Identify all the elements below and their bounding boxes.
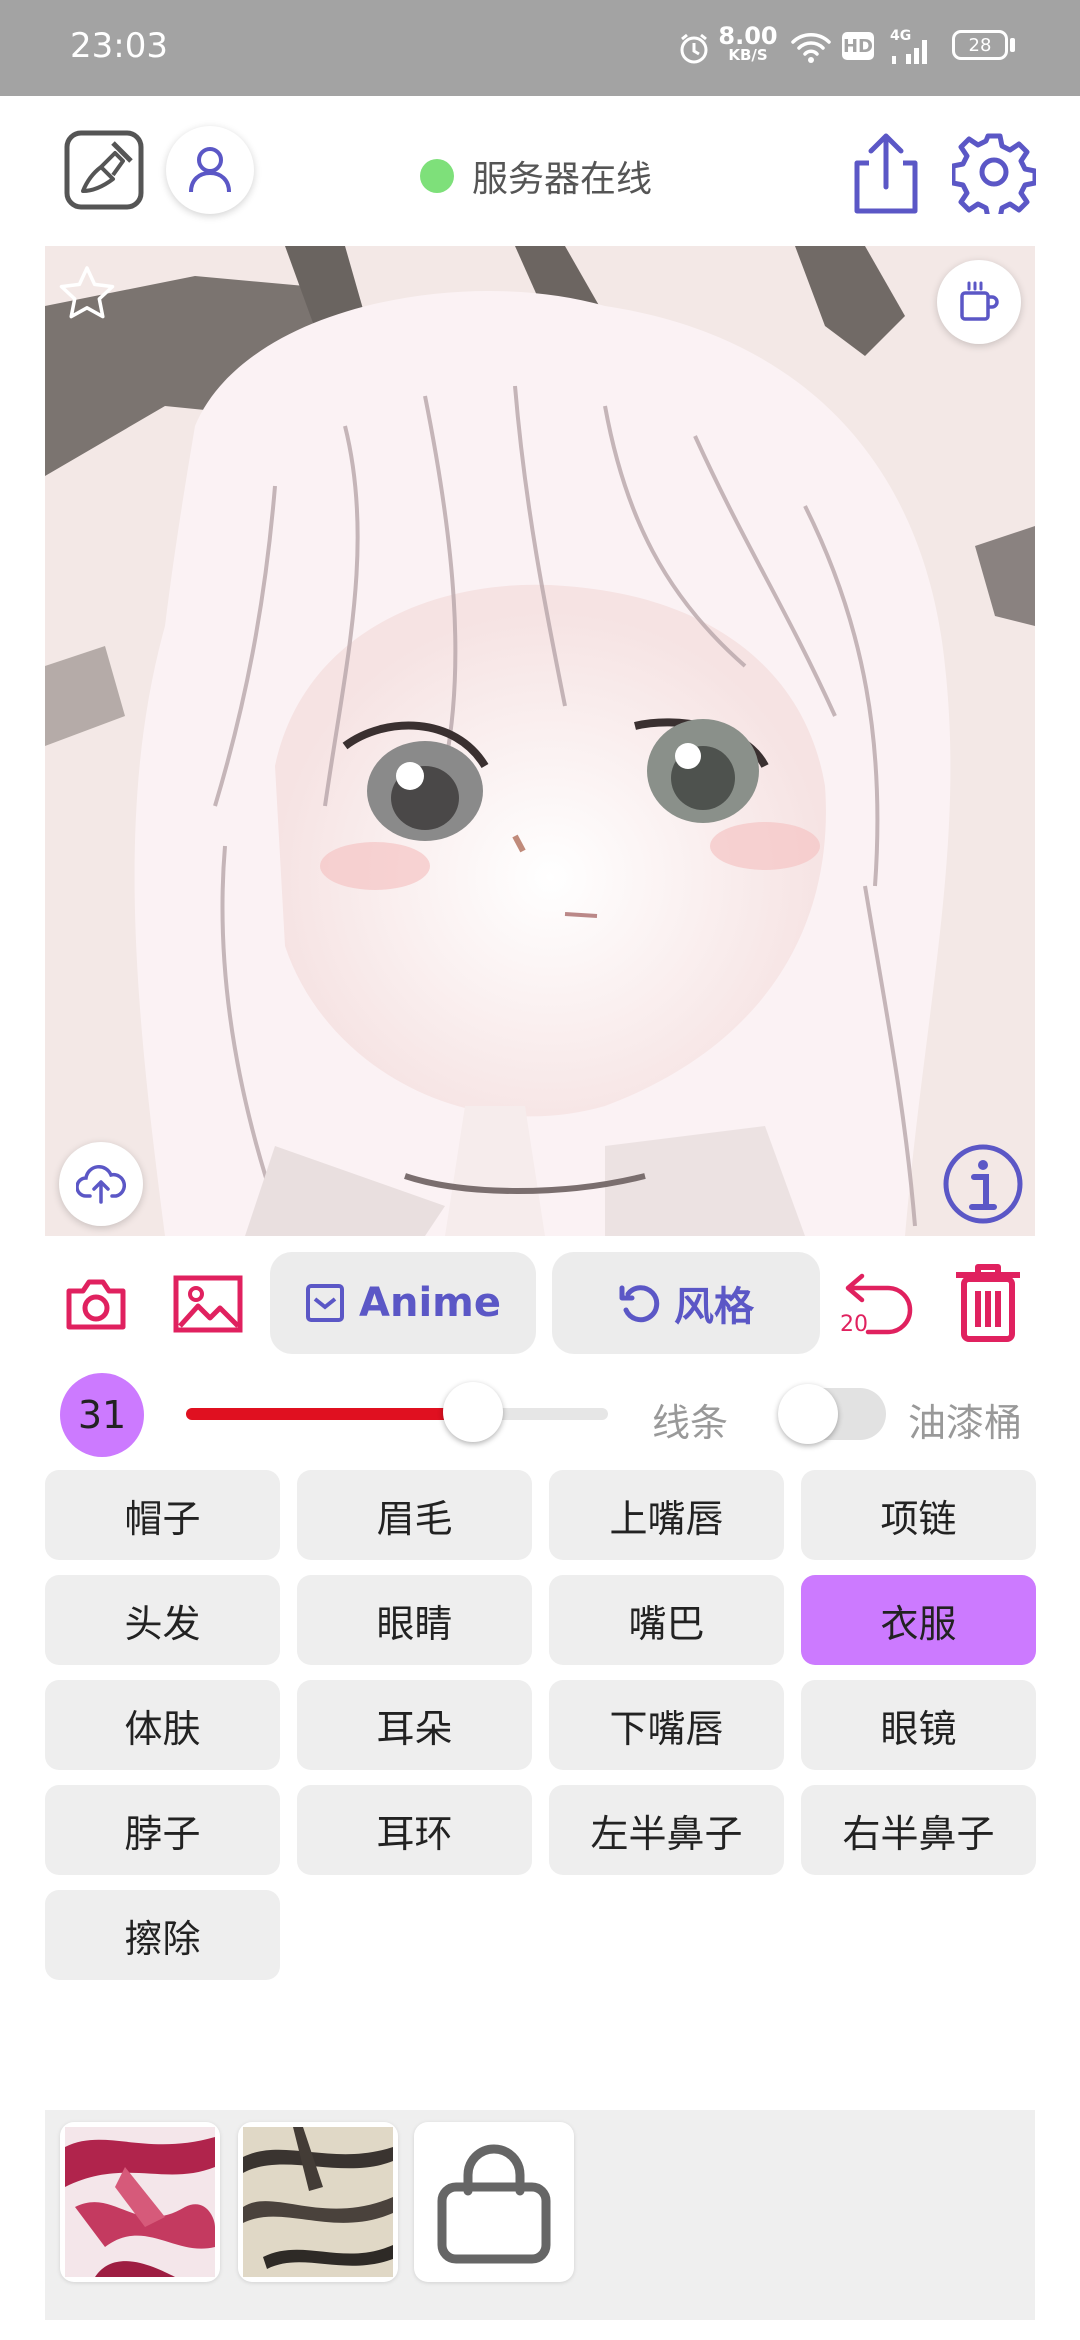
hd-icon: HD	[842, 32, 874, 60]
label-button[interactable]: 头发	[45, 1575, 280, 1665]
undo-count: 20	[840, 1312, 868, 1337]
net-speed-value: 8.00	[718, 22, 778, 50]
undo-icon[interactable]: 20	[836, 1262, 920, 1338]
label-button[interactable]: 衣服	[801, 1575, 1036, 1665]
wifi-icon	[788, 26, 834, 70]
image-icon[interactable]	[170, 1268, 246, 1340]
paint-bucket-toggle-knob[interactable]	[778, 1384, 838, 1444]
label-button[interactable]: 下嘴唇	[549, 1680, 784, 1770]
net-speed: 8.00 KB/S	[718, 24, 778, 63]
server-status-dot	[420, 159, 454, 193]
label-button[interactable]: 嘴巴	[549, 1575, 784, 1665]
signal-icon: 4G	[890, 28, 934, 64]
brush-size-slider-fill	[186, 1408, 473, 1420]
cloud-upload-icon[interactable]	[59, 1142, 143, 1226]
anime-portrait-image	[45, 246, 1035, 1236]
label-button[interactable]: 帽子	[45, 1470, 280, 1560]
checkbox-icon	[306, 1284, 345, 1322]
brush-size-badge: 31	[60, 1373, 144, 1457]
label-button[interactable]: 体肤	[45, 1680, 280, 1770]
gear-icon[interactable]	[950, 128, 1038, 216]
line-label: 线条	[652, 1401, 729, 1445]
net-speed-unit: KB/S	[728, 46, 768, 64]
label-button[interactable]: 耳朵	[297, 1680, 532, 1770]
user-icon	[189, 147, 231, 193]
label-button[interactable]: 左半鼻子	[549, 1785, 784, 1875]
status-time: 23:03	[70, 26, 168, 66]
label-button[interactable]: 脖子	[45, 1785, 280, 1875]
label-button[interactable]: 眼睛	[297, 1575, 532, 1665]
battery-level: 28	[968, 34, 992, 56]
edit-icon[interactable]	[62, 128, 146, 212]
refresh-icon	[619, 1285, 660, 1323]
paint-bucket-label: 油漆桶	[908, 1401, 1023, 1445]
battery-icon: 28	[952, 30, 1008, 60]
star-icon[interactable]	[55, 262, 119, 326]
label-button[interactable]: 擦除	[45, 1890, 280, 1980]
share-icon[interactable]	[846, 128, 926, 218]
style-button[interactable]: 风格	[552, 1252, 820, 1354]
camera-icon[interactable]	[60, 1268, 132, 1340]
trash-icon[interactable]	[948, 1260, 1028, 1344]
model-label: Anime	[359, 1280, 501, 1326]
coffee-icon[interactable]	[937, 260, 1021, 344]
label-button[interactable]: 上嘴唇	[549, 1470, 784, 1560]
zebra-texture-thumbnail[interactable]	[238, 2122, 398, 2282]
red-texture-thumbnail[interactable]	[60, 2122, 220, 2282]
label-button[interactable]: 眉毛	[297, 1470, 532, 1560]
battery-tip	[1010, 38, 1015, 52]
label-button[interactable]: 眼镜	[801, 1680, 1036, 1770]
brush-size-slider-thumb[interactable]	[442, 1382, 503, 1442]
shop-bag-icon[interactable]	[414, 2122, 574, 2282]
server-status-text: 服务器在线	[472, 159, 653, 200]
label-button[interactable]: 右半鼻子	[801, 1785, 1036, 1875]
label-button[interactable]: 项链	[801, 1470, 1036, 1560]
style-label: 风格	[674, 1284, 754, 1330]
info-icon[interactable]	[941, 1142, 1025, 1226]
user-button[interactable]	[166, 126, 254, 214]
label-button[interactable]: 耳环	[297, 1785, 532, 1875]
server-status: 服务器在线	[420, 150, 652, 202]
alarm-icon	[672, 26, 716, 70]
model-selector[interactable]: Anime	[270, 1252, 536, 1354]
drawing-canvas[interactable]	[45, 246, 1035, 1236]
